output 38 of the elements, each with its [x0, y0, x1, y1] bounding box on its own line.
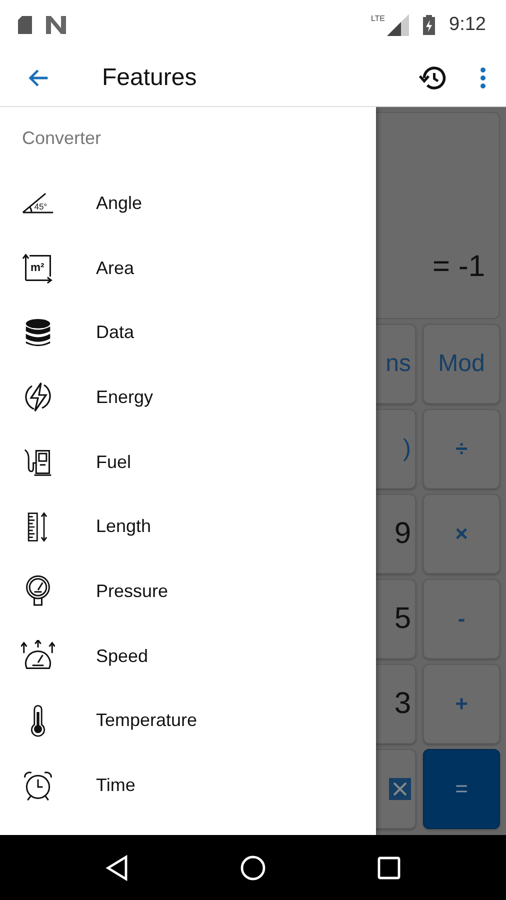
fuel-icon: [23, 447, 53, 478]
temperature-icon: [29, 704, 47, 738]
function-key[interactable]: ): [376, 409, 416, 489]
menu-item[interactable]: 45° Angle: [0, 171, 376, 236]
operator-key[interactable]: ÷: [423, 409, 500, 489]
digit-key[interactable]: 5: [376, 579, 416, 659]
digit-key[interactable]: 9: [376, 494, 416, 574]
digit-key[interactable]: 3: [376, 664, 416, 744]
screen-title: Features: [102, 64, 198, 92]
menu-item[interactable]: Time: [0, 753, 376, 818]
menu-item[interactable]: Pressure: [0, 559, 376, 624]
energy-icon: [22, 381, 54, 414]
clock-time: 9:12: [449, 14, 486, 36]
battery-charging-icon: [423, 15, 436, 35]
menu-item[interactable]: Length: [0, 494, 376, 560]
data-icon: [24, 316, 52, 349]
operator-key[interactable]: +: [423, 664, 500, 744]
menu-item[interactable]: Fuel: [0, 430, 376, 494]
signal-icon: [387, 14, 410, 36]
time-icon: [22, 770, 54, 802]
menu-item[interactable]: Speed: [0, 624, 376, 688]
section-header: Converter: [22, 128, 102, 149]
operator-key[interactable]: -: [423, 579, 500, 659]
network-label: LTE: [370, 14, 386, 23]
equals-button[interactable]: =: [423, 749, 500, 829]
menu-item[interactable]: Temperature: [0, 688, 376, 754]
operator-key[interactable]: ×: [423, 494, 500, 574]
menu-item[interactable]: m² Area: [0, 236, 376, 300]
pressure-icon: [24, 574, 52, 608]
menu-item[interactable]: Data: [0, 300, 376, 366]
notification-icon: [46, 16, 66, 34]
sd-card-icon: [18, 16, 32, 34]
more-icon: [478, 66, 488, 90]
function-key[interactable]: Mod: [423, 324, 500, 404]
result-text: = -1: [432, 250, 485, 284]
function-key[interactable]: ns: [376, 324, 416, 404]
menu-item[interactable]: Energy: [0, 365, 376, 430]
backspace-icon: [389, 778, 411, 800]
